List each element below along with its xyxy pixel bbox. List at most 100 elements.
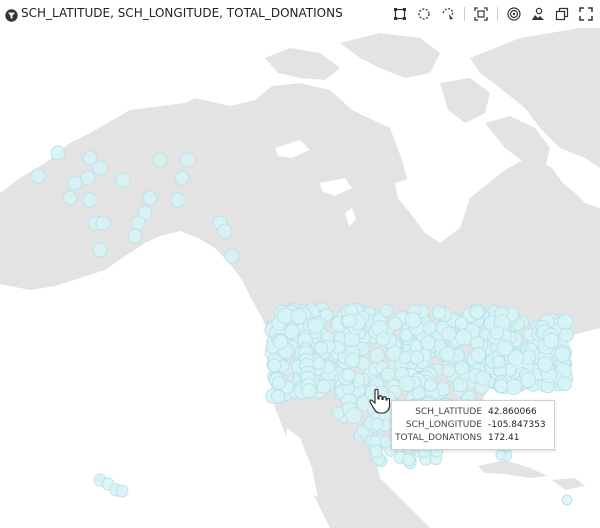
school-point[interactable]: [561, 494, 573, 506]
map-canvas[interactable]: SCH_LATITUDE 42.860066 SCH_LONGITUDE -10…: [0, 28, 600, 528]
map-svg[interactable]: [0, 28, 600, 528]
school-point[interactable]: [301, 383, 317, 399]
tooltip-row-donations: TOTAL_DONATIONS 172.41: [392, 433, 554, 445]
school-point[interactable]: [284, 323, 300, 340]
school-point[interactable]: [127, 228, 143, 244]
school-point[interactable]: [369, 444, 383, 458]
school-point[interactable]: [409, 350, 425, 365]
school-point[interactable]: [420, 335, 436, 351]
school-point[interactable]: [441, 326, 457, 342]
freeform-select-icon[interactable]: [440, 6, 456, 22]
copy-icon[interactable]: [554, 6, 570, 22]
school-point[interactable]: [50, 145, 66, 161]
school-point[interactable]: [180, 152, 196, 168]
school-point[interactable]: [454, 360, 469, 376]
tooltip-value: 42.860066: [488, 407, 537, 417]
school-point[interactable]: [271, 376, 286, 391]
school-point[interactable]: [267, 358, 282, 373]
school-point[interactable]: [342, 313, 357, 329]
school-point[interactable]: [224, 248, 240, 264]
school-point[interactable]: [439, 345, 456, 363]
funnel-icon[interactable]: [5, 7, 18, 22]
school-point[interactable]: [422, 320, 437, 335]
school-point[interactable]: [344, 352, 361, 369]
school-point[interactable]: [316, 379, 332, 394]
visualization-header: SCH_LATITUDE, SCH_LONGITUDE, TOTAL_DONAT…: [0, 0, 600, 28]
school-point[interactable]: [409, 339, 423, 353]
school-point[interactable]: [314, 341, 328, 356]
school-point[interactable]: [402, 453, 416, 467]
school-point[interactable]: [559, 327, 574, 343]
tooltip-label: SCH_LATITUDE: [415, 407, 482, 417]
school-point[interactable]: [370, 417, 384, 431]
toolbar-separator: [464, 7, 465, 21]
school-point[interactable]: [30, 168, 46, 184]
school-point[interactable]: [152, 152, 168, 168]
arctic-island-3: [440, 78, 490, 123]
school-point[interactable]: [398, 351, 412, 365]
tooltip-row-longitude: SCH_LONGITUDE -105.847353: [392, 420, 554, 432]
school-point[interactable]: [345, 407, 363, 425]
school-point[interactable]: [557, 313, 574, 331]
school-point[interactable]: [455, 329, 473, 346]
school-point[interactable]: [492, 355, 506, 369]
fullscreen-icon[interactable]: [578, 6, 594, 22]
school-point[interactable]: [95, 215, 111, 231]
school-point[interactable]: [174, 170, 190, 186]
school-point[interactable]: [80, 170, 96, 186]
school-point[interactable]: [505, 378, 522, 396]
hand-pointer-icon: [368, 388, 390, 414]
school-point[interactable]: [92, 160, 108, 176]
school-point[interactable]: [312, 356, 326, 370]
school-point[interactable]: [130, 215, 146, 231]
school-point[interactable]: [470, 347, 486, 363]
school-point[interactable]: [543, 332, 560, 349]
chart-title: SCH_LATITUDE, SCH_LONGITUDE, TOTAL_DONAT…: [21, 6, 343, 20]
arctic-island-1: [265, 48, 340, 80]
target-icon[interactable]: [506, 6, 522, 22]
school-point[interactable]: [404, 311, 422, 329]
school-point[interactable]: [493, 378, 509, 393]
school-point[interactable]: [398, 375, 415, 393]
school-point[interactable]: [379, 303, 394, 318]
lasso-select-icon[interactable]: [416, 6, 432, 22]
tooltip-value: -105.847353: [488, 420, 546, 430]
school-point[interactable]: [115, 172, 131, 188]
school-point[interactable]: [537, 356, 554, 373]
school-point[interactable]: [92, 242, 108, 258]
school-point[interactable]: [496, 339, 514, 357]
school-point[interactable]: [454, 316, 469, 330]
school-point[interactable]: [82, 192, 98, 208]
school-point[interactable]: [424, 378, 438, 392]
school-point[interactable]: [170, 192, 186, 208]
school-point[interactable]: [399, 328, 413, 342]
school-point[interactable]: [62, 190, 78, 206]
school-point[interactable]: [495, 449, 507, 461]
school-point[interactable]: [520, 372, 537, 389]
school-point[interactable]: [375, 331, 391, 347]
school-point[interactable]: [557, 376, 573, 392]
school-point[interactable]: [441, 364, 456, 378]
school-point[interactable]: [331, 406, 345, 420]
school-point[interactable]: [469, 304, 485, 320]
school-point[interactable]: [273, 334, 289, 350]
school-point[interactable]: [431, 305, 447, 320]
school-point[interactable]: [290, 308, 307, 325]
school-point[interactable]: [554, 346, 571, 363]
school-point[interactable]: [270, 389, 286, 404]
school-point[interactable]: [341, 367, 356, 383]
tooltip-value: 172.41: [488, 433, 520, 443]
school-point[interactable]: [388, 316, 403, 332]
map-layers-icon[interactable]: [530, 6, 546, 22]
map-toolbar: [384, 5, 594, 23]
school-point[interactable]: [307, 318, 324, 335]
school-point[interactable]: [217, 223, 233, 239]
school-point[interactable]: [489, 325, 505, 341]
school-point[interactable]: [475, 370, 491, 386]
zoom-to-fit-icon[interactable]: [473, 6, 489, 22]
rectangle-select-icon[interactable]: [392, 6, 408, 22]
school-point[interactable]: [380, 367, 396, 382]
school-point[interactable]: [142, 190, 158, 206]
school-point[interactable]: [115, 484, 129, 498]
school-point[interactable]: [67, 175, 83, 191]
